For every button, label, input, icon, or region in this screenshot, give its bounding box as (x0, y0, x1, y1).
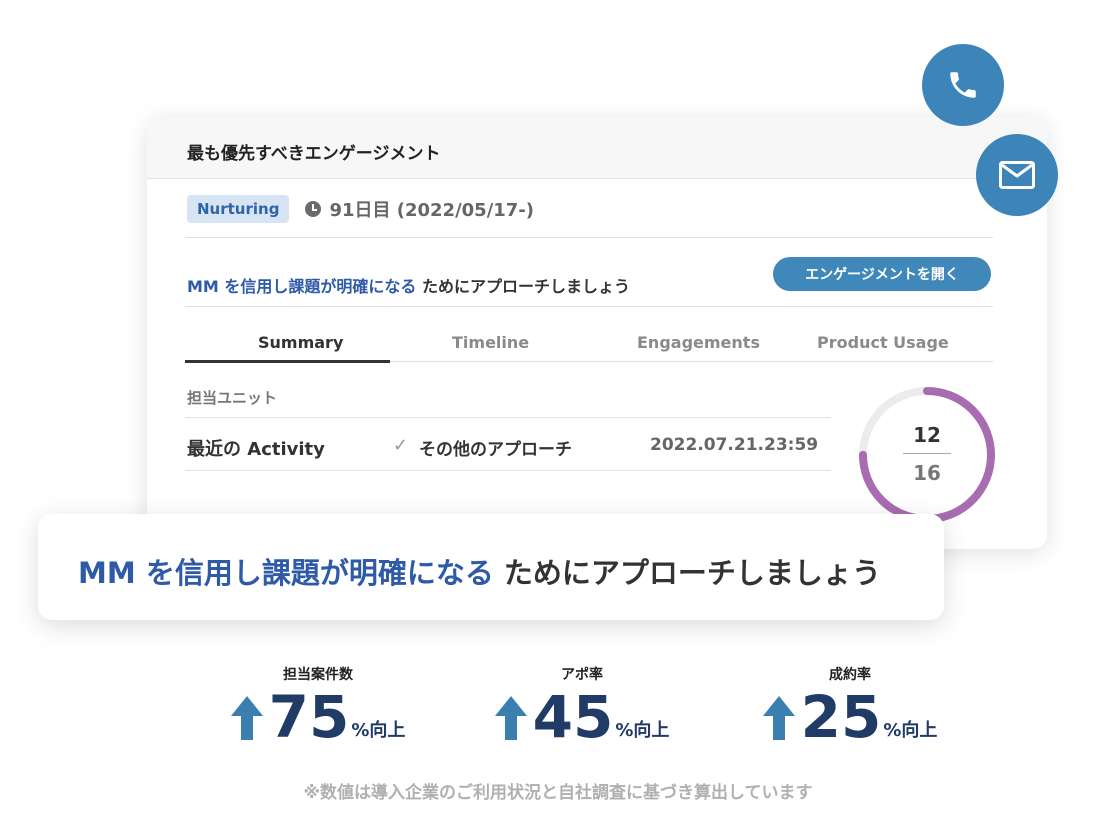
activity-label: 最近の Activity (187, 439, 325, 460)
ring-numerator: 12 (913, 423, 941, 447)
phone-icon (950, 72, 976, 98)
footnote: ※数値は導入企業のご利用状況と自社調査に基づき算出しています (303, 783, 813, 803)
open-engagement-button[interactable]: エンゲージメントを開く (773, 257, 991, 291)
stat-suffix: %向上 (883, 720, 938, 741)
active-tab-indicator (185, 360, 390, 363)
day-count: 91日目 (2022/05/17-) (329, 200, 535, 221)
engagement-card: 最も優先すべきエンゲージメント Nurturing 91日目 (2022/05/… (147, 117, 1047, 549)
mail-button[interactable] (976, 134, 1058, 216)
banner-highlight: MM を信用し課題が明確になる (78, 556, 494, 590)
mail-icon (999, 161, 1035, 189)
ring-denominator: 16 (913, 461, 941, 485)
divider (185, 237, 993, 238)
stat-value: 75 (268, 683, 350, 751)
tab-bar: Summary Timeline Engagements Product Usa… (185, 329, 993, 363)
banner-rest: ためにアプローチしましょう (493, 556, 881, 590)
card-title: 最も優先すべきエンゲージメント (187, 144, 441, 164)
tab-product-usage[interactable]: Product Usage (817, 333, 949, 352)
card-header: 最も優先すべきエンゲージメント (147, 117, 1047, 179)
divider (185, 306, 993, 307)
stat-label: 成約率 (829, 667, 871, 683)
arrow-up-icon (762, 696, 795, 740)
unit-label: 担当ユニット (187, 389, 278, 407)
stat-label: アポ率 (561, 667, 603, 683)
arrow-up-icon (494, 696, 527, 740)
banner-text: MM を信用し課題が明確になる ためにアプローチしましょう (78, 550, 881, 592)
phone-button[interactable] (922, 44, 1004, 126)
stat-value: 45 (532, 683, 614, 751)
progress-ring (859, 387, 995, 523)
stat-appointment-rate: アポ率 45 %向上 (472, 664, 692, 746)
arrow-up-icon (230, 696, 263, 740)
stat-cases: 担当案件数 75 %向上 (208, 664, 428, 746)
status-badge: Nurturing (187, 195, 290, 223)
tab-timeline[interactable]: Timeline (452, 333, 529, 352)
divider (185, 470, 831, 471)
tab-engagements[interactable]: Engagements (637, 333, 760, 352)
divider (185, 417, 831, 418)
stat-value: 25 (800, 683, 882, 751)
activity-type: その他のアプローチ (419, 440, 572, 460)
tab-summary[interactable]: Summary (258, 333, 343, 352)
approach-highlight: MM を信用し課題が明確になる (187, 277, 417, 296)
approach-rest: ためにアプローチしましょう (416, 277, 630, 296)
status-row: Nurturing 91日目 (2022/05/17-) (187, 193, 534, 225)
stat-suffix: %向上 (615, 720, 670, 741)
activity-date: 2022.07.21.23:59 (650, 435, 819, 455)
stat-suffix: %向上 (351, 720, 406, 741)
clock-icon (305, 201, 322, 217)
approach-message: MM を信用し課題が明確になる ためにアプローチしましょう (187, 273, 630, 297)
check-icon: ✓ (393, 435, 409, 456)
ring-fraction-line (903, 453, 951, 454)
stat-close-rate: 成約率 25 %向上 (740, 664, 960, 746)
approach-banner: MM を信用し課題が明確になる ためにアプローチしましょう (38, 514, 944, 620)
stat-label: 担当案件数 (283, 667, 353, 683)
